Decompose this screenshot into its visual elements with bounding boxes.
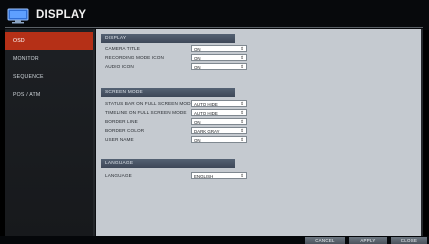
spin-arrows-icon: ⇕ xyxy=(240,64,244,69)
window-title: DISPLAY xyxy=(36,9,87,21)
spin-arrows-icon: ⇕ xyxy=(240,128,244,133)
spin-arrows-icon: ⇕ xyxy=(240,55,244,60)
spin-arrows-icon: ⇕ xyxy=(240,110,244,115)
select-value: ON xyxy=(194,55,201,61)
sidebar-item-monitor[interactable]: MONITOR xyxy=(5,50,93,68)
select-value: ON xyxy=(194,119,201,125)
select-value: ON xyxy=(194,64,201,70)
sidebar-item-sequence[interactable]: SEQUENCE xyxy=(5,68,93,86)
select-value: ON xyxy=(194,46,201,52)
sidebar-item-label: POS / ATM xyxy=(13,92,41,98)
audio-icon-label: AUDIO ICON xyxy=(105,64,134,69)
select-value: AUTO HIDE xyxy=(194,101,218,107)
spin-arrows-icon: ⇕ xyxy=(240,46,244,51)
camera-title-label: CAMERA TITLE xyxy=(105,46,140,51)
border-line-label: BORDER LINE xyxy=(105,119,138,124)
apply-button[interactable]: APPLY xyxy=(349,237,387,244)
audio-icon-select[interactable]: ON ⇕ xyxy=(191,63,247,70)
user-name-select[interactable]: ON ⇕ xyxy=(191,136,247,143)
section-header-display: DISPLAY xyxy=(101,34,235,43)
section-header-language: LANGUAGE xyxy=(101,159,235,168)
border-color-label: BORDER COLOR xyxy=(105,128,145,133)
user-name-label: USER NAME xyxy=(105,137,134,142)
spin-arrows-icon: ⇕ xyxy=(240,137,244,142)
language-select[interactable]: ENGLISH ⇕ xyxy=(191,172,247,179)
language-label: LANGUAGE xyxy=(105,173,132,178)
status-bar-label: STATUS BAR ON FULL SCREEN MODE xyxy=(105,101,194,106)
section-header-screen-mode: SCREEN MODE xyxy=(101,88,235,97)
recording-mode-icon-label: RECORDING MODE ICON xyxy=(105,55,164,60)
spin-arrows-icon: ⇕ xyxy=(240,173,244,178)
spin-arrows-icon: ⇕ xyxy=(240,101,244,106)
select-value: AUTO HIDE xyxy=(194,110,218,116)
monitor-icon xyxy=(7,8,29,24)
select-value: DARK GRAY xyxy=(194,128,220,134)
sidebar-item-pos-atm[interactable]: POS / ATM xyxy=(5,86,93,104)
sidebar: OSD MONITOR SEQUENCE POS / ATM xyxy=(5,29,93,236)
sidebar-item-label: MONITOR xyxy=(13,56,39,62)
select-value: ON xyxy=(194,137,201,143)
camera-title-select[interactable]: ON ⇕ xyxy=(191,45,247,52)
border-color-select[interactable]: DARK GRAY ⇕ xyxy=(191,127,247,134)
status-bar-select[interactable]: AUTO HIDE ⇕ xyxy=(191,100,247,107)
close-button[interactable]: CLOSE xyxy=(391,237,427,244)
timeline-select[interactable]: AUTO HIDE ⇕ xyxy=(191,109,247,116)
cancel-button[interactable]: CANCEL xyxy=(305,237,345,244)
recording-mode-icon-select[interactable]: ON ⇕ xyxy=(191,54,247,61)
spin-arrows-icon: ⇕ xyxy=(240,119,244,124)
timeline-label: TIMELINE ON FULL SCREEN MODE xyxy=(105,110,187,115)
select-value: ENGLISH xyxy=(194,173,214,179)
sidebar-item-label: SEQUENCE xyxy=(13,74,44,80)
panel-divider xyxy=(95,29,96,236)
sidebar-item-label: OSD xyxy=(13,38,25,44)
border-line-select[interactable]: ON ⇕ xyxy=(191,118,247,125)
title-bar: DISPLAY xyxy=(0,0,429,30)
sidebar-item-osd[interactable]: OSD xyxy=(5,32,93,50)
title-divider xyxy=(5,27,423,28)
